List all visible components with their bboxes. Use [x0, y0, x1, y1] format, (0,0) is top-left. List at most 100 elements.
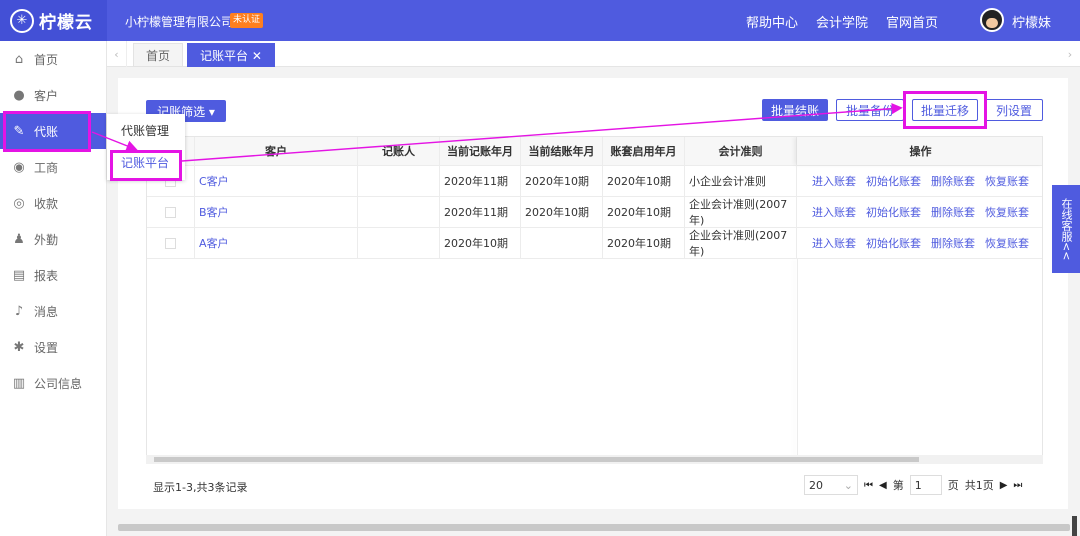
top-links: 帮助中心 会计学院 官网首页 — [746, 12, 938, 31]
tab-bookkeeping-platform[interactable]: 记账平台 ✕ — [187, 43, 275, 67]
sidebar-item-company-info[interactable]: ▥ 公司信息 — [0, 365, 106, 401]
official-site-link[interactable]: 官网首页 — [886, 12, 938, 31]
restore-account-link[interactable]: 恢复账套 — [985, 204, 1029, 220]
row-checkbox-cell — [147, 197, 195, 227]
batch-backup-button[interactable]: 批量备份 — [836, 99, 904, 121]
payment-icon: ◎ — [13, 195, 25, 211]
scrollbar-end — [1072, 516, 1077, 536]
column-header: 账套启用年月 — [603, 137, 685, 165]
init-account-link[interactable]: 初始化账套 — [866, 204, 921, 220]
closed-period-cell: 2020年10期 — [521, 166, 603, 196]
operations-cell: 进入账套 初始化账套 删除账套 恢复账套 — [797, 166, 1042, 196]
ops-column-divider — [797, 259, 798, 463]
enter-account-link[interactable]: 进入账套 — [812, 235, 856, 251]
company-name[interactable]: 小柠檬管理有限公司 — [125, 13, 233, 30]
row-checkbox-cell — [147, 228, 195, 258]
prev-page-icon[interactable]: ◀ — [879, 480, 887, 491]
enter-account-link[interactable]: 进入账套 — [812, 173, 856, 189]
academy-link[interactable]: 会计学院 — [816, 12, 868, 31]
operations-cell: 进入账套 初始化账套 删除账套 恢复账套 — [797, 197, 1042, 227]
sidebar-item-home[interactable]: ⌂ 首页 — [0, 41, 106, 77]
enter-account-link[interactable]: 进入账套 — [812, 204, 856, 220]
lemon-logo-icon: ✳ — [10, 8, 34, 33]
column-header: 当前记账年月 — [440, 137, 521, 165]
init-account-link[interactable]: 初始化账套 — [866, 173, 921, 189]
start-period-cell: 2020年10期 — [603, 197, 685, 227]
column-header: 会计准则 — [685, 137, 797, 165]
report-icon: ▤ — [12, 267, 26, 283]
tabs-scroll-left-icon[interactable]: ‹ — [107, 41, 127, 67]
logo-text: 柠檬云 — [39, 13, 93, 33]
tab-home[interactable]: 首页 — [133, 43, 184, 67]
bookkeeper-cell — [358, 166, 440, 196]
home-icon: ⌂ — [14, 51, 24, 67]
online-service-button[interactable]: 在线客服<< — [1052, 185, 1080, 273]
sidebar-item-label: 报表 — [34, 268, 59, 283]
bookkeeper-cell — [358, 228, 440, 258]
sidebar-item-customers[interactable]: ● 客户 — [0, 77, 106, 113]
column-header: 操作 — [797, 137, 1042, 165]
sidebar-item-label: 消息 — [34, 304, 59, 319]
bell-icon: ♪ — [14, 303, 24, 319]
customer-link[interactable]: B客户 — [195, 197, 358, 227]
page-size-value: 20 — [809, 478, 823, 492]
operations-cell: 进入账套 初始化账套 删除账套 恢复账套 — [797, 228, 1042, 258]
sidebar-item-label: 收款 — [34, 196, 59, 211]
sidebar-item-label: 外勤 — [34, 232, 59, 247]
field-icon: ♟ — [13, 231, 25, 247]
record-summary: 显示1-3,共3条记录 — [153, 481, 248, 494]
avatar-face-icon — [986, 18, 998, 28]
sidebar-item-reports[interactable]: ▤ 报表 — [0, 257, 106, 293]
row-checkbox[interactable] — [165, 206, 176, 218]
row-checkbox[interactable] — [165, 237, 176, 249]
restore-account-link[interactable]: 恢复账套 — [985, 173, 1029, 189]
restore-account-link[interactable]: 恢复账套 — [985, 235, 1029, 251]
current-period-cell: 2020年10期 — [440, 228, 521, 258]
help-center-link[interactable]: 帮助中心 — [746, 12, 798, 31]
table-row: B客户 2020年11期 2020年10期 2020年10期 企业会计准则(20… — [147, 197, 1042, 228]
username[interactable]: 柠檬妹 — [1012, 12, 1051, 31]
page-horizontal-scrollbar[interactable] — [118, 524, 1070, 531]
column-header: 当前结账年月 — [521, 137, 603, 165]
sidebar-item-label: 工商 — [34, 160, 59, 175]
total-pages: 共1页 — [964, 479, 994, 492]
init-account-link[interactable]: 初始化账套 — [866, 235, 921, 251]
delete-account-link[interactable]: 删除账套 — [931, 204, 975, 220]
sidebar-item-payment[interactable]: ◎ 收款 — [0, 185, 106, 221]
scrollbar-thumb[interactable] — [154, 457, 919, 462]
next-page-icon[interactable]: ▶ — [1000, 480, 1008, 491]
batch-close-button[interactable]: 批量结账 — [762, 99, 828, 121]
unverified-badge[interactable]: 未认证 — [230, 13, 264, 28]
bookkeeper-cell — [358, 197, 440, 227]
accounting-standard-cell: 小企业会计准则 — [685, 166, 797, 196]
last-page-icon[interactable]: ⏭ — [1013, 480, 1022, 491]
column-header: 记账人 — [358, 137, 440, 165]
sidebar-item-messages[interactable]: ♪ 消息 — [0, 293, 106, 329]
column-settings-button[interactable]: 列设置 — [985, 99, 1043, 121]
highlight-box — [3, 111, 91, 152]
chevron-down-icon: ⌄ — [843, 478, 853, 492]
page-label-post: 页 — [947, 479, 959, 492]
first-page-icon[interactable]: ⏮ — [864, 480, 873, 491]
page-size-select[interactable]: 20 ⌄ — [804, 475, 858, 495]
submenu-item-bookkeeping-management[interactable]: 代账管理 — [107, 114, 185, 146]
column-header: 客户 — [195, 137, 358, 165]
customer-link[interactable]: C客户 — [195, 166, 358, 196]
logo[interactable]: ✳ 柠檬云 — [0, 0, 107, 41]
closed-period-cell — [521, 228, 603, 258]
highlight-box — [903, 91, 987, 129]
sidebar-item-field[interactable]: ♟ 外勤 — [0, 221, 106, 257]
tabs-scroll-right-icon[interactable]: › — [1060, 41, 1080, 67]
avatar[interactable] — [980, 8, 1004, 32]
table-row: A客户 2020年10期 2020年10期 企业会计准则(2007年) 进入账套… — [147, 228, 1042, 259]
accounting-standard-cell: 企业会计准则(2007年) — [685, 197, 797, 227]
customer-link[interactable]: A客户 — [195, 228, 358, 258]
delete-account-link[interactable]: 删除账套 — [931, 235, 975, 251]
top-bar: ✳ 柠檬云 小柠檬管理有限公司 未认证 帮助中心 会计学院 官网首页 柠檬妹 — [0, 0, 1080, 41]
sidebar-item-business[interactable]: ◉ 工商 — [0, 149, 106, 185]
table-horizontal-scrollbar[interactable] — [146, 455, 1043, 464]
delete-account-link[interactable]: 删除账套 — [931, 173, 975, 189]
page-number-input[interactable]: 1 — [909, 475, 942, 495]
sidebar-item-settings[interactable]: ✱ 设置 — [0, 329, 106, 365]
table-header: 客户 记账人 当前记账年月 当前结账年月 账套启用年月 会计准则 操作 — [147, 137, 1042, 166]
